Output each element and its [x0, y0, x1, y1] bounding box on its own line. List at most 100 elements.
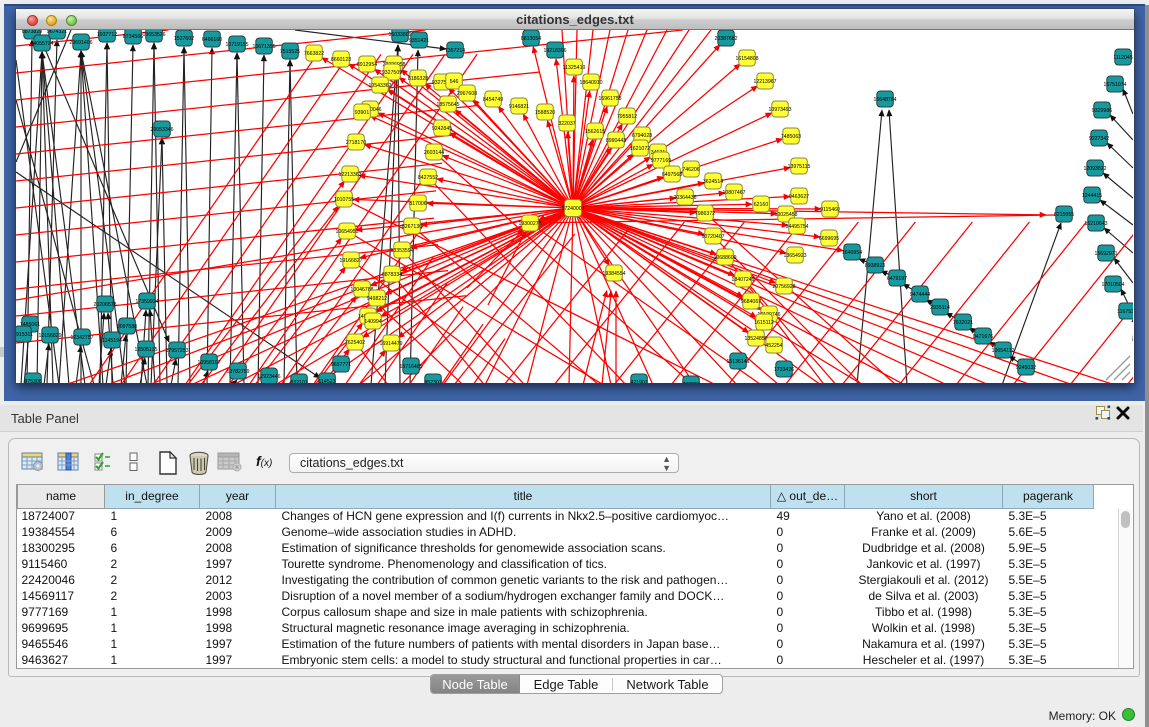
svg-text:8215955: 8215955	[1054, 212, 1074, 218]
svg-text:15751074: 15751074	[1103, 82, 1126, 88]
svg-text:9146821: 9146821	[509, 104, 529, 110]
svg-text:10720407: 10720407	[701, 234, 724, 240]
svg-text:1733426: 1733426	[774, 367, 794, 373]
svg-text:10653526: 10653526	[142, 32, 165, 38]
svg-text:8873829: 8873829	[22, 30, 42, 35]
svg-text:7485063: 7485063	[781, 134, 801, 140]
svg-text:832101: 832101	[290, 380, 307, 383]
svg-text:16961758: 16961758	[598, 96, 621, 102]
svg-text:8813054: 8813054	[521, 36, 541, 42]
svg-text:6497568: 6497568	[662, 172, 682, 178]
svg-text:452254: 452254	[765, 343, 782, 349]
svg-text:14055724: 14055724	[30, 41, 53, 47]
svg-text:18407249: 18407249	[731, 277, 754, 283]
svg-text:13353594: 13353594	[390, 248, 413, 254]
svg-text:7663822: 7663822	[304, 51, 324, 57]
svg-text:9245032: 9245032	[1016, 365, 1036, 371]
svg-text:8454749: 8454749	[483, 97, 503, 103]
svg-text:19300273: 19300273	[518, 221, 541, 227]
svg-text:19166827: 19166827	[339, 258, 362, 264]
svg-text:1112045: 1112045	[1113, 55, 1133, 61]
svg-text:20756928: 20756928	[772, 284, 795, 290]
svg-text:546: 546	[450, 79, 459, 85]
svg-text:1010755: 1010755	[334, 197, 354, 203]
svg-text:20691406: 20691406	[69, 40, 92, 46]
svg-text:9115460: 9115460	[820, 207, 840, 213]
svg-text:17957253: 17957253	[165, 348, 188, 354]
svg-text:9327509: 9327509	[382, 70, 402, 76]
svg-text:10025458: 10025458	[774, 212, 797, 218]
svg-text:18575645: 18575645	[436, 102, 459, 108]
svg-text:17010504: 17010504	[1101, 282, 1124, 288]
svg-text:7632021: 7632021	[953, 320, 973, 326]
svg-text:10543362: 10543362	[368, 83, 391, 89]
svg-text:17240007: 17240007	[561, 206, 584, 212]
svg-text:8186328: 8186328	[408, 76, 428, 82]
svg-text:3624514: 3624514	[703, 179, 723, 185]
svg-text:1527602: 1527602	[174, 36, 194, 42]
svg-text:15692971: 15692971	[1094, 251, 1117, 257]
svg-text:13975115: 13975115	[788, 164, 811, 170]
svg-text:8878334: 8878334	[382, 272, 402, 278]
svg-text:10958107: 10958107	[197, 360, 220, 366]
svg-text:7515525: 7515525	[280, 49, 300, 55]
svg-text:9674321: 9674321	[47, 30, 67, 35]
svg-text:10688609: 10688609	[713, 255, 736, 261]
svg-text:8267130: 8267130	[402, 224, 422, 230]
svg-text:8734566: 8734566	[123, 34, 143, 40]
svg-text:9498212: 9498212	[367, 296, 387, 302]
svg-text:12505135: 12505135	[134, 347, 157, 353]
svg-text:952307: 952307	[424, 380, 441, 383]
svg-text:6699695: 6699695	[819, 236, 839, 242]
svg-text:8660123: 8660123	[331, 57, 351, 63]
svg-text:10654952: 10654952	[335, 229, 358, 235]
svg-text:6479197: 6479197	[887, 276, 907, 282]
svg-text:9329986: 9329986	[1092, 108, 1112, 114]
svg-text:12342757: 12342757	[70, 335, 93, 341]
svg-text:20364436: 20364436	[673, 195, 696, 201]
svg-text:93901: 93901	[355, 110, 370, 116]
svg-text:10654112: 10654112	[992, 348, 1015, 354]
svg-text:2935114: 2935114	[930, 305, 950, 311]
svg-text:1621072: 1621072	[630, 146, 650, 152]
svg-text:7625402: 7625402	[345, 340, 365, 346]
svg-text:9097588: 9097588	[117, 324, 137, 330]
svg-text:11325419: 11325419	[563, 65, 586, 71]
svg-text:322037: 322037	[558, 121, 575, 127]
svg-text:733201: 733201	[682, 382, 699, 383]
svg-text:13524851: 13524851	[744, 336, 767, 342]
svg-text:114523: 114523	[319, 379, 336, 383]
svg-text:17359924: 17359924	[135, 299, 158, 305]
svg-text:12923446: 12923446	[257, 374, 280, 380]
svg-text:975306: 975306	[24, 379, 41, 383]
svg-text:15136141: 15136141	[726, 359, 749, 365]
svg-text:8471676: 8471676	[973, 334, 993, 340]
svg-text:1937712: 1937712	[97, 32, 117, 38]
svg-text:9227342: 9227342	[1089, 136, 1109, 142]
svg-text:10719155: 10719155	[225, 42, 248, 48]
svg-text:10782759: 10782759	[226, 369, 249, 375]
svg-text:13654923: 13654923	[783, 253, 806, 259]
svg-text:9657771: 9657771	[331, 362, 351, 368]
svg-text:16648784: 16648784	[873, 97, 896, 103]
svg-text:9777169: 9777169	[651, 158, 671, 164]
svg-text:421907: 421907	[630, 380, 647, 383]
svg-text:3915311: 3915311	[16, 332, 33, 338]
svg-text:8990443: 8990443	[606, 138, 626, 144]
svg-text:19218306: 19218306	[543, 48, 566, 54]
svg-text:16210643: 16210643	[1084, 221, 1107, 227]
svg-text:14495754: 14495754	[785, 224, 808, 230]
svg-text:18640910: 18640910	[579, 80, 602, 86]
svg-text:1167533: 1167533	[1117, 309, 1133, 315]
svg-text:746206: 746206	[682, 167, 699, 173]
svg-text:1244415: 1244415	[1082, 193, 1102, 199]
svg-text:10671355: 10671355	[252, 44, 275, 50]
svg-text:12213967: 12213967	[753, 79, 776, 85]
svg-text:1145194: 1145194	[102, 338, 122, 344]
svg-text:6466160: 6466160	[202, 37, 222, 43]
svg-text:7357214: 7357214	[445, 48, 465, 54]
svg-text:12213363: 12213363	[338, 172, 361, 178]
svg-text:12093822: 12093822	[1083, 166, 1106, 172]
svg-text:16154808: 16154808	[735, 56, 758, 62]
svg-text:12156829: 12156829	[38, 333, 61, 339]
